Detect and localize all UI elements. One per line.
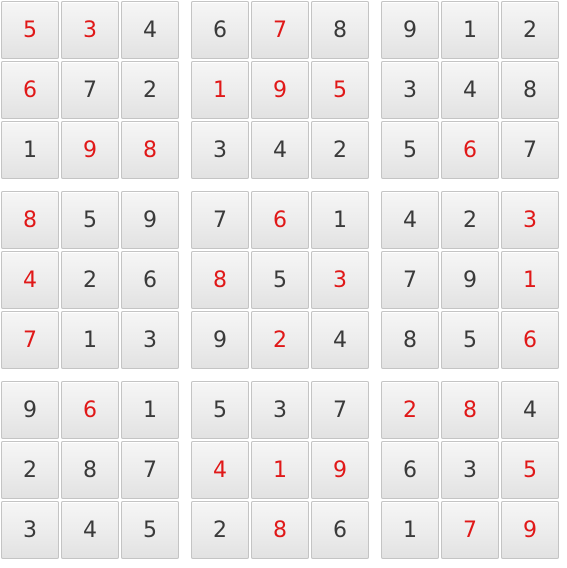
sudoku-cell-r4c1[interactable]: 8 [1,191,59,249]
sudoku-cell-r2c9[interactable]: 8 [501,61,559,119]
sudoku-box-6: 423 791 856 [380,190,564,374]
sudoku-cell-r7c1[interactable]: 9 [1,381,59,439]
sudoku-cell-r7c3[interactable]: 1 [121,381,179,439]
sudoku-cell-r1c5[interactable]: 7 [251,1,309,59]
sudoku-cell-r3c4[interactable]: 3 [191,121,249,179]
sudoku-cell-r3c7[interactable]: 5 [381,121,439,179]
sudoku-cell-r8c9[interactable]: 5 [501,441,559,499]
sudoku-cell-r2c1[interactable]: 6 [1,61,59,119]
sudoku-cell-r1c4[interactable]: 6 [191,1,249,59]
sudoku-cell-r8c2[interactable]: 8 [61,441,119,499]
sudoku-cell-r4c5[interactable]: 6 [251,191,309,249]
sudoku-cell-r8c7[interactable]: 6 [381,441,439,499]
sudoku-cell-r1c9[interactable]: 2 [501,1,559,59]
sudoku-cell-r8c6[interactable]: 9 [311,441,369,499]
sudoku-cell-r8c5[interactable]: 1 [251,441,309,499]
sudoku-cell-r7c8[interactable]: 8 [441,381,499,439]
sudoku-cell-r1c7[interactable]: 9 [381,1,439,59]
sudoku-cell-r3c1[interactable]: 1 [1,121,59,179]
sudoku-cell-r1c8[interactable]: 1 [441,1,499,59]
sudoku-cell-r6c1[interactable]: 7 [1,311,59,369]
sudoku-cell-r6c5[interactable]: 2 [251,311,309,369]
sudoku-box-2: 678 195 342 [190,0,374,184]
sudoku-cell-r6c2[interactable]: 1 [61,311,119,369]
sudoku-cell-r2c2[interactable]: 7 [61,61,119,119]
sudoku-cell-r4c7[interactable]: 4 [381,191,439,249]
sudoku-box-4: 859 426 713 [0,190,184,374]
sudoku-cell-r8c4[interactable]: 4 [191,441,249,499]
sudoku-cell-r1c1[interactable]: 5 [1,1,59,59]
sudoku-cell-r7c9[interactable]: 4 [501,381,559,439]
sudoku-cell-r5c5[interactable]: 5 [251,251,309,309]
sudoku-cell-r1c2[interactable]: 3 [61,1,119,59]
sudoku-cell-r1c3[interactable]: 4 [121,1,179,59]
sudoku-cell-r7c5[interactable]: 3 [251,381,309,439]
sudoku-cell-r7c4[interactable]: 5 [191,381,249,439]
sudoku-cell-r6c4[interactable]: 9 [191,311,249,369]
sudoku-cell-r3c9[interactable]: 7 [501,121,559,179]
sudoku-cell-r3c3[interactable]: 8 [121,121,179,179]
sudoku-cell-r9c5[interactable]: 8 [251,501,309,559]
sudoku-cell-r6c8[interactable]: 5 [441,311,499,369]
sudoku-cell-r5c3[interactable]: 6 [121,251,179,309]
sudoku-board: 5346721986781953429123485678594267137618… [0,0,567,568]
sudoku-box-3: 912 348 567 [380,0,564,184]
sudoku-cell-r7c7[interactable]: 2 [381,381,439,439]
sudoku-cell-r4c4[interactable]: 7 [191,191,249,249]
sudoku-cell-r2c6[interactable]: 5 [311,61,369,119]
sudoku-cell-r5c9[interactable]: 1 [501,251,559,309]
sudoku-cell-r2c4[interactable]: 1 [191,61,249,119]
sudoku-cell-r2c7[interactable]: 3 [381,61,439,119]
sudoku-cell-r6c3[interactable]: 3 [121,311,179,369]
sudoku-cell-r1c6[interactable]: 8 [311,1,369,59]
sudoku-cell-r3c8[interactable]: 6 [441,121,499,179]
sudoku-cell-r4c3[interactable]: 9 [121,191,179,249]
sudoku-cell-r9c1[interactable]: 3 [1,501,59,559]
sudoku-box-8: 537 419 286 [190,380,374,564]
sudoku-cell-r8c1[interactable]: 2 [1,441,59,499]
sudoku-cell-r6c7[interactable]: 8 [381,311,439,369]
sudoku-box-1: 534 672 198 [0,0,184,184]
sudoku-cell-r4c9[interactable]: 3 [501,191,559,249]
sudoku-cell-r9c4[interactable]: 2 [191,501,249,559]
sudoku-cell-r5c1[interactable]: 4 [1,251,59,309]
sudoku-cell-r5c7[interactable]: 7 [381,251,439,309]
sudoku-cell-r3c6[interactable]: 2 [311,121,369,179]
sudoku-cell-r6c9[interactable]: 6 [501,311,559,369]
sudoku-cell-r4c2[interactable]: 5 [61,191,119,249]
sudoku-cell-r7c6[interactable]: 7 [311,381,369,439]
sudoku-cell-r2c5[interactable]: 9 [251,61,309,119]
sudoku-box-7: 961 287 345 [0,380,184,564]
sudoku-box-9: 284 635 179 [380,380,564,564]
sudoku-cell-r5c4[interactable]: 8 [191,251,249,309]
sudoku-cell-r4c6[interactable]: 1 [311,191,369,249]
sudoku-cell-r5c6[interactable]: 3 [311,251,369,309]
sudoku-cell-r3c5[interactable]: 4 [251,121,309,179]
sudoku-box-5: 761 853 924 [190,190,374,374]
sudoku-cell-r7c2[interactable]: 6 [61,381,119,439]
sudoku-cell-r5c2[interactable]: 2 [61,251,119,309]
sudoku-cell-r8c3[interactable]: 7 [121,441,179,499]
sudoku-cell-r6c6[interactable]: 4 [311,311,369,369]
sudoku-cell-r3c2[interactable]: 9 [61,121,119,179]
sudoku-cell-r2c8[interactable]: 4 [441,61,499,119]
sudoku-cell-r2c3[interactable]: 2 [121,61,179,119]
sudoku-cell-r9c2[interactable]: 4 [61,501,119,559]
sudoku-cell-r9c3[interactable]: 5 [121,501,179,559]
sudoku-cell-r4c8[interactable]: 2 [441,191,499,249]
sudoku-cell-r9c8[interactable]: 7 [441,501,499,559]
sudoku-cell-r8c8[interactable]: 3 [441,441,499,499]
sudoku-cell-r9c6[interactable]: 6 [311,501,369,559]
sudoku-cell-r9c9[interactable]: 9 [501,501,559,559]
sudoku-cell-r9c7[interactable]: 1 [381,501,439,559]
sudoku-cell-r5c8[interactable]: 9 [441,251,499,309]
